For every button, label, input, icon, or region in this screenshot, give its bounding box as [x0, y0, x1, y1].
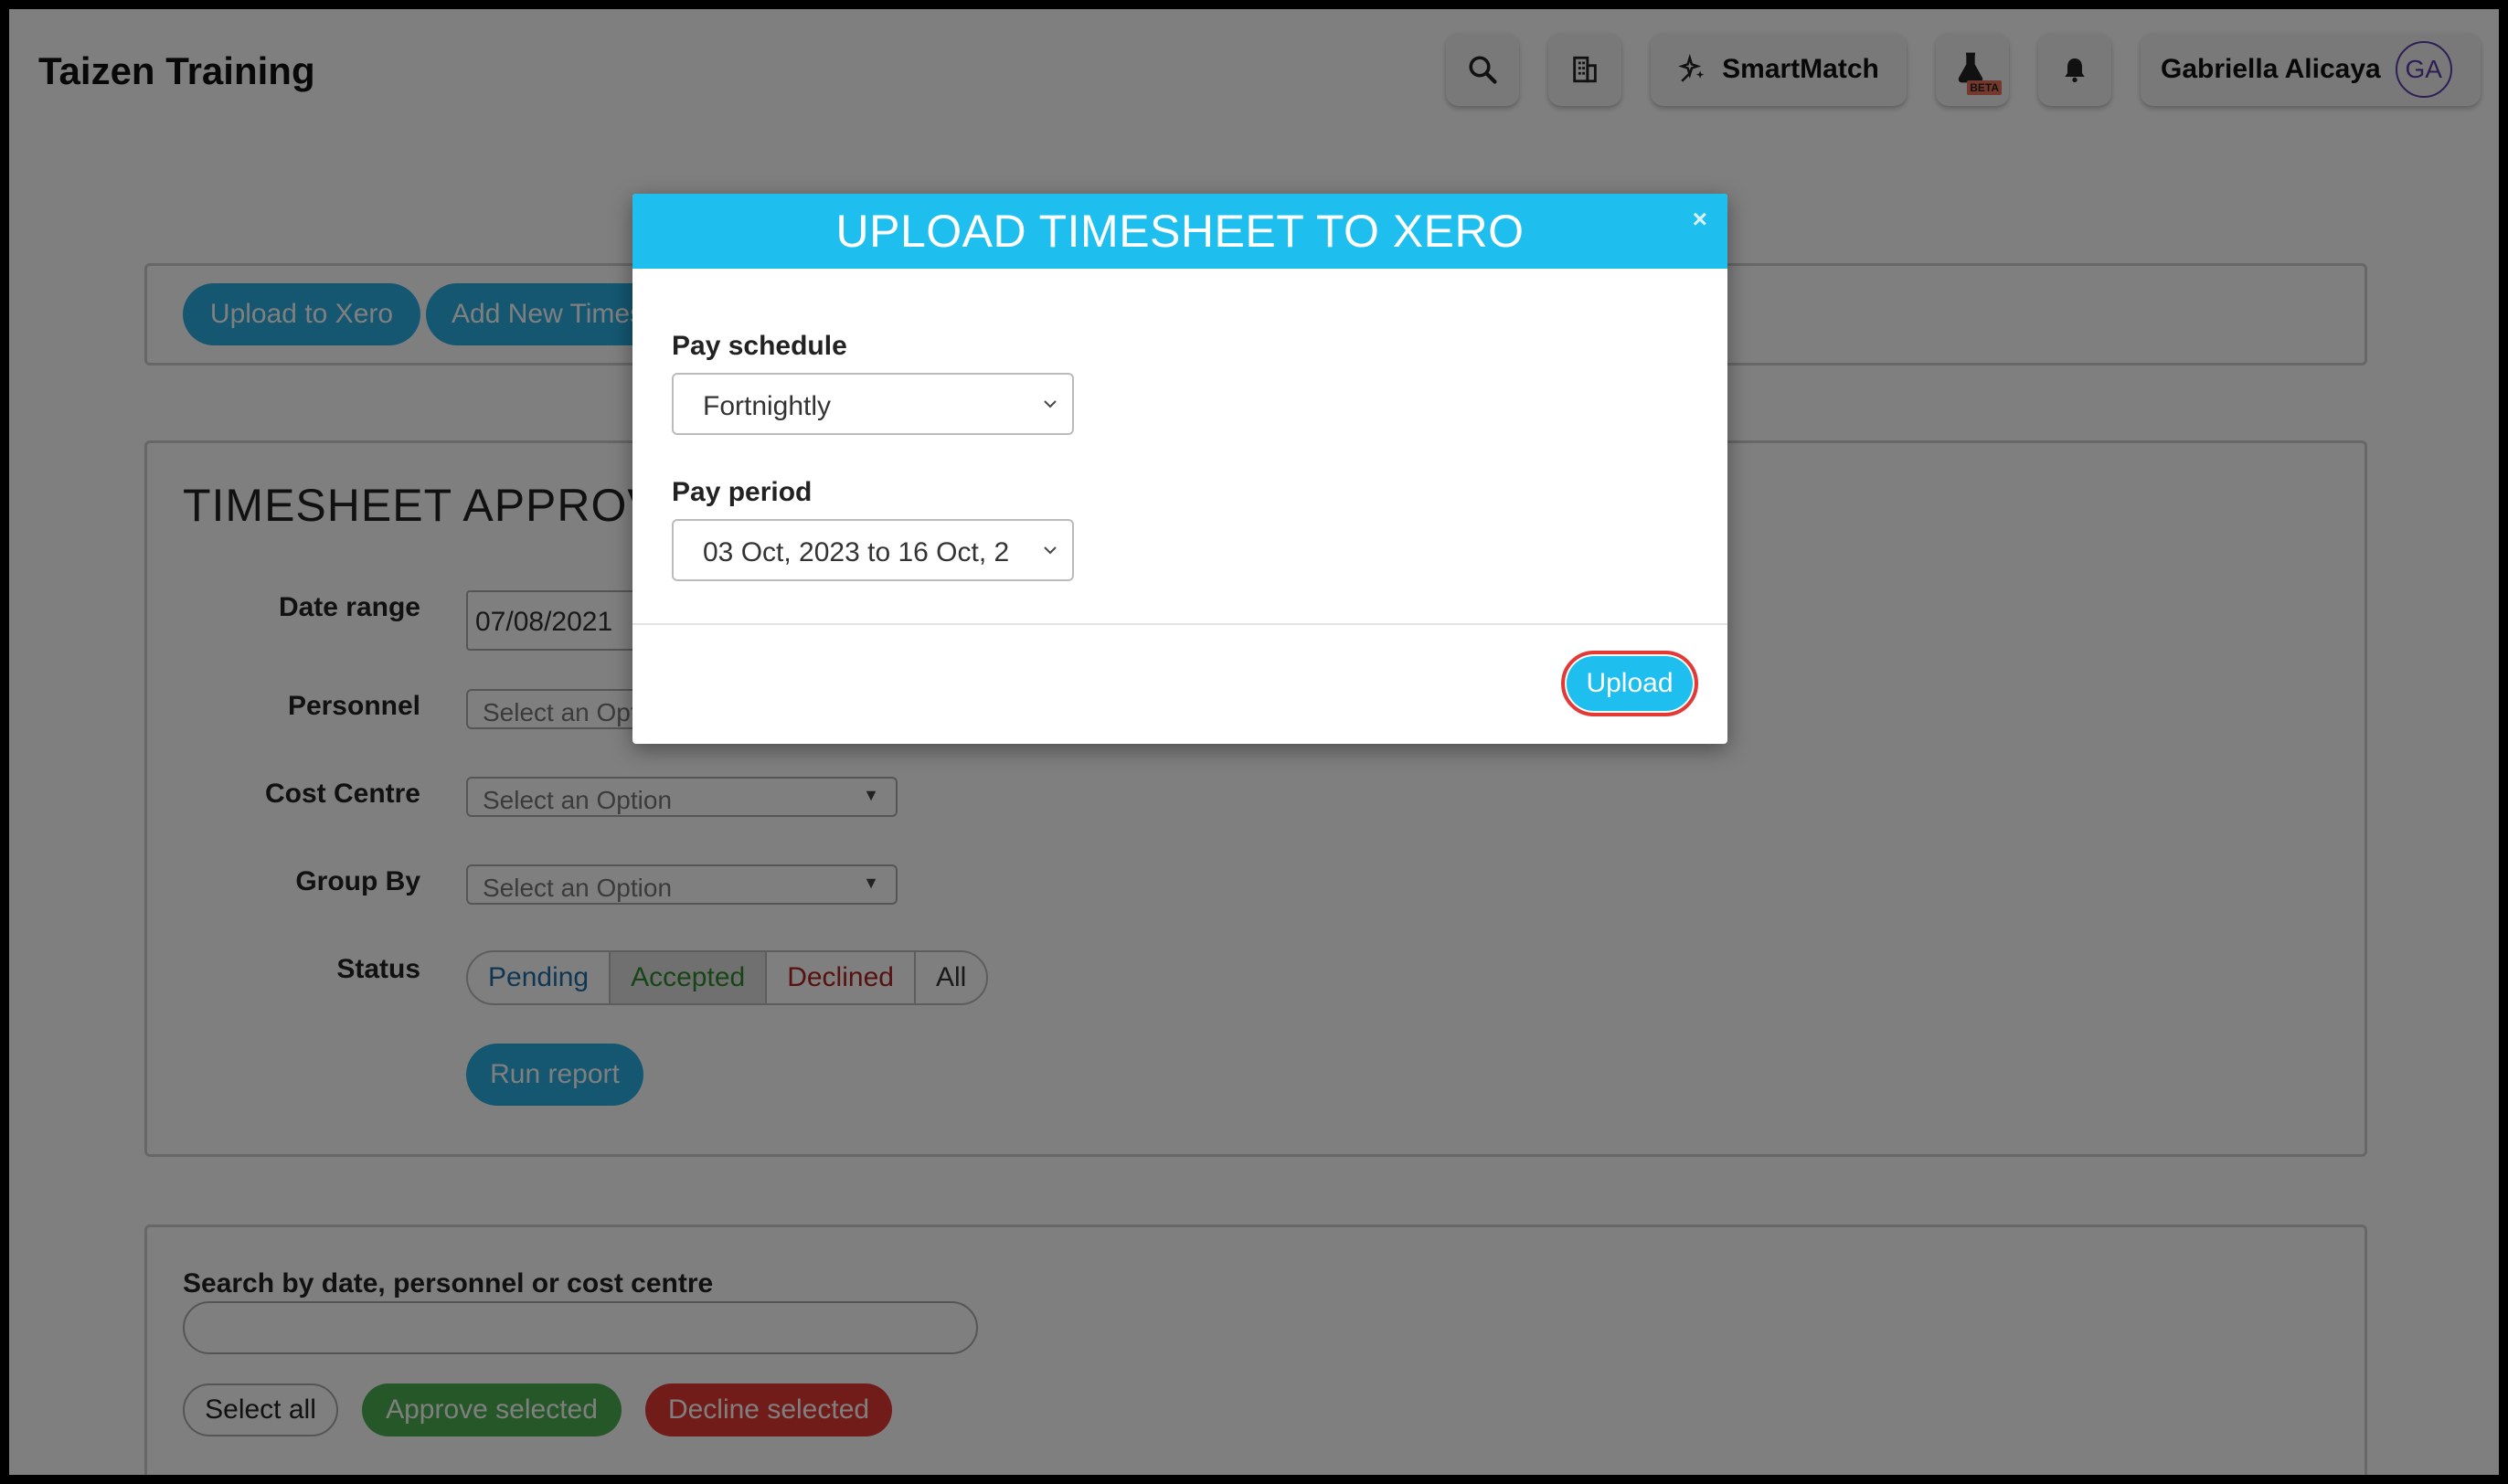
modal-title: UPLOAD TIMESHEET TO XERO — [835, 206, 1525, 257]
chevron-down-icon — [1041, 389, 1059, 420]
pay-schedule-label: Pay schedule — [672, 331, 847, 361]
upload-button[interactable]: Upload — [1561, 651, 1698, 716]
chevron-down-icon — [1041, 535, 1059, 567]
modal-divider — [632, 623, 1727, 625]
page: Taizen Training SmartMatch BETA Gabriell… — [9, 9, 2499, 1475]
pay-schedule-value: Fortnightly — [703, 391, 832, 421]
modal-header: UPLOAD TIMESHEET TO XERO — [632, 194, 1727, 269]
pay-period-value: 03 Oct, 2023 to 16 Oct, 2 — [703, 537, 1010, 567]
upload-timesheet-modal: UPLOAD TIMESHEET TO XERO × Pay schedule … — [632, 194, 1727, 744]
pay-period-label: Pay period — [672, 477, 813, 507]
pay-schedule-select[interactable]: Fortnightly — [672, 373, 1074, 435]
screenshot-frame: Taizen Training SmartMatch BETA Gabriell… — [0, 0, 2508, 1484]
pay-period-select[interactable]: 03 Oct, 2023 to 16 Oct, 2 — [672, 519, 1074, 581]
close-icon[interactable]: × — [1693, 205, 1707, 234]
